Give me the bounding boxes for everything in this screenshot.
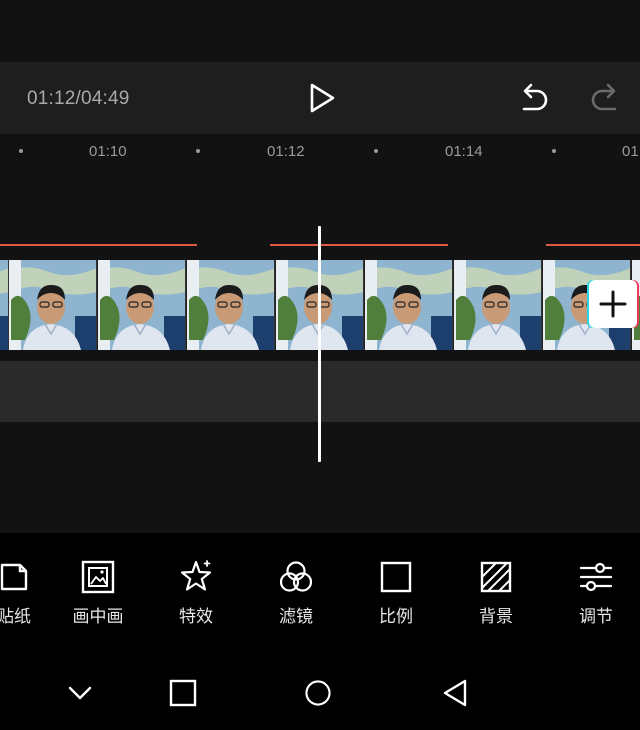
recents-square-icon[interactable] bbox=[167, 677, 199, 709]
video-thumbnail bbox=[365, 260, 453, 350]
ruler-dot bbox=[19, 149, 23, 153]
tool-label: 贴纸 bbox=[0, 607, 31, 627]
time-ruler[interactable]: 01:10 01:12 01:14 01 bbox=[0, 134, 640, 174]
tool-sticker[interactable]: 贴纸 bbox=[0, 559, 54, 627]
ruler-label: 01 bbox=[622, 143, 639, 160]
system-nav-bar bbox=[0, 653, 640, 730]
playhead[interactable] bbox=[318, 226, 321, 462]
player-bar: 01:12/04:49 bbox=[0, 62, 640, 134]
sticker-icon bbox=[0, 563, 28, 591]
tool-label: 滤镜 bbox=[279, 607, 313, 627]
status-area bbox=[0, 0, 640, 62]
picture-in-picture-icon bbox=[81, 560, 115, 594]
play-icon[interactable] bbox=[303, 80, 339, 116]
tool-label: 特效 bbox=[179, 607, 213, 627]
edit-toolbar: 贴纸 画中画 特效 滤镜 比例 背景 调节 bbox=[0, 533, 640, 653]
audio-marker bbox=[546, 244, 640, 246]
tool-label: 画中画 bbox=[72, 607, 124, 627]
video-thumbnail bbox=[454, 260, 542, 350]
tool-ratio[interactable]: 比例 bbox=[356, 559, 436, 627]
ruler-dot bbox=[374, 149, 378, 153]
audio-marker bbox=[0, 244, 197, 246]
timecode: 01:12/04:49 bbox=[27, 88, 130, 109]
tool-picture-in-picture[interactable]: 画中画 bbox=[58, 559, 138, 627]
video-thumbnail bbox=[0, 260, 9, 350]
plus-icon bbox=[599, 290, 627, 318]
effects-star-icon bbox=[180, 560, 212, 591]
audio-marker bbox=[270, 244, 448, 246]
tool-label: 背景 bbox=[479, 607, 513, 627]
redo-icon[interactable] bbox=[588, 82, 622, 116]
ruler-label: 01:10 bbox=[89, 143, 127, 160]
home-circle-icon[interactable] bbox=[302, 677, 334, 709]
tool-adjust[interactable]: 调节 bbox=[556, 559, 636, 627]
tool-label: 调节 bbox=[579, 607, 613, 627]
tool-filter[interactable]: 滤镜 bbox=[256, 559, 336, 627]
ruler-label: 01:14 bbox=[445, 143, 483, 160]
ruler-label: 01:12 bbox=[267, 143, 305, 160]
background-icon bbox=[480, 561, 512, 593]
ruler-dot bbox=[552, 149, 556, 153]
adjust-sliders-icon bbox=[579, 562, 613, 592]
filter-icon bbox=[279, 561, 313, 592]
video-thumbnail bbox=[98, 260, 186, 350]
tool-background[interactable]: 背景 bbox=[456, 559, 536, 627]
collapse-down-icon[interactable] bbox=[64, 677, 96, 709]
video-thumbnail bbox=[9, 260, 97, 350]
video-thumbnail bbox=[187, 260, 275, 350]
tool-effects[interactable]: 特效 bbox=[156, 559, 236, 627]
back-triangle-icon[interactable] bbox=[440, 677, 472, 709]
ratio-icon bbox=[380, 561, 412, 593]
tool-label: 比例 bbox=[379, 607, 413, 627]
ruler-dot bbox=[196, 149, 200, 153]
undo-icon[interactable] bbox=[517, 82, 551, 116]
add-clip-button[interactable] bbox=[589, 280, 637, 328]
